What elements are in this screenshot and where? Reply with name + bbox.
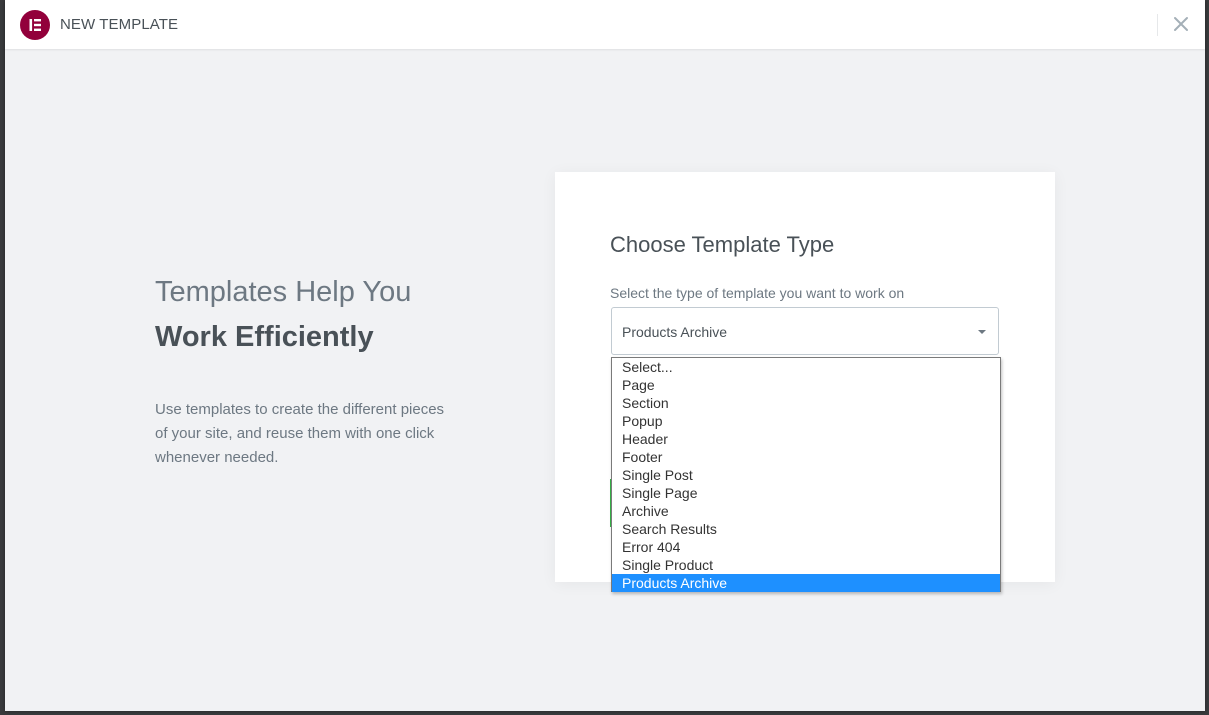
chevron-down-icon [978, 330, 986, 334]
option-header[interactable]: Header [612, 430, 1000, 448]
select-value: Products Archive [622, 324, 728, 340]
option-single-post[interactable]: Single Post [612, 466, 1000, 484]
template-type-dropdown: Select... Page Section Popup Header Foot… [611, 357, 1001, 592]
option-section[interactable]: Section [612, 394, 1000, 412]
intro-title: Templates Help You Work Efficiently [155, 270, 455, 360]
option-products-archive[interactable]: Products Archive [612, 574, 1000, 592]
option-archive[interactable]: Archive [612, 502, 1000, 520]
option-error-404[interactable]: Error 404 [612, 538, 1000, 556]
option-popup[interactable]: Popup [612, 412, 1000, 430]
option-footer[interactable]: Footer [612, 448, 1000, 466]
new-template-modal: NEW TEMPLATE Templates Help You Work Eff… [5, 0, 1205, 711]
close-icon [1174, 17, 1188, 31]
modal-header: NEW TEMPLATE [5, 0, 1205, 49]
template-type-select[interactable]: Products Archive [611, 307, 999, 355]
option-single-page[interactable]: Single Page [612, 484, 1000, 502]
option-select[interactable]: Select... [612, 358, 1000, 376]
option-page[interactable]: Page [612, 376, 1000, 394]
intro-description: Use templates to create the different pi… [155, 401, 445, 466]
close-button[interactable] [1171, 14, 1191, 34]
option-search-results[interactable]: Search Results [612, 520, 1000, 538]
modal-title: NEW TEMPLATE [60, 16, 179, 33]
header-divider [1157, 14, 1158, 36]
intro-section: Templates Help You Work Efficiently Use … [155, 270, 455, 470]
option-single-product[interactable]: Single Product [612, 556, 1000, 574]
select-label: Select the type of template you want to … [610, 285, 905, 301]
intro-title-line1: Templates Help You [155, 276, 412, 308]
intro-title-line2: Work Efficiently [155, 321, 374, 353]
card-title: Choose Template Type [610, 232, 835, 257]
elementor-logo-icon [20, 10, 50, 40]
